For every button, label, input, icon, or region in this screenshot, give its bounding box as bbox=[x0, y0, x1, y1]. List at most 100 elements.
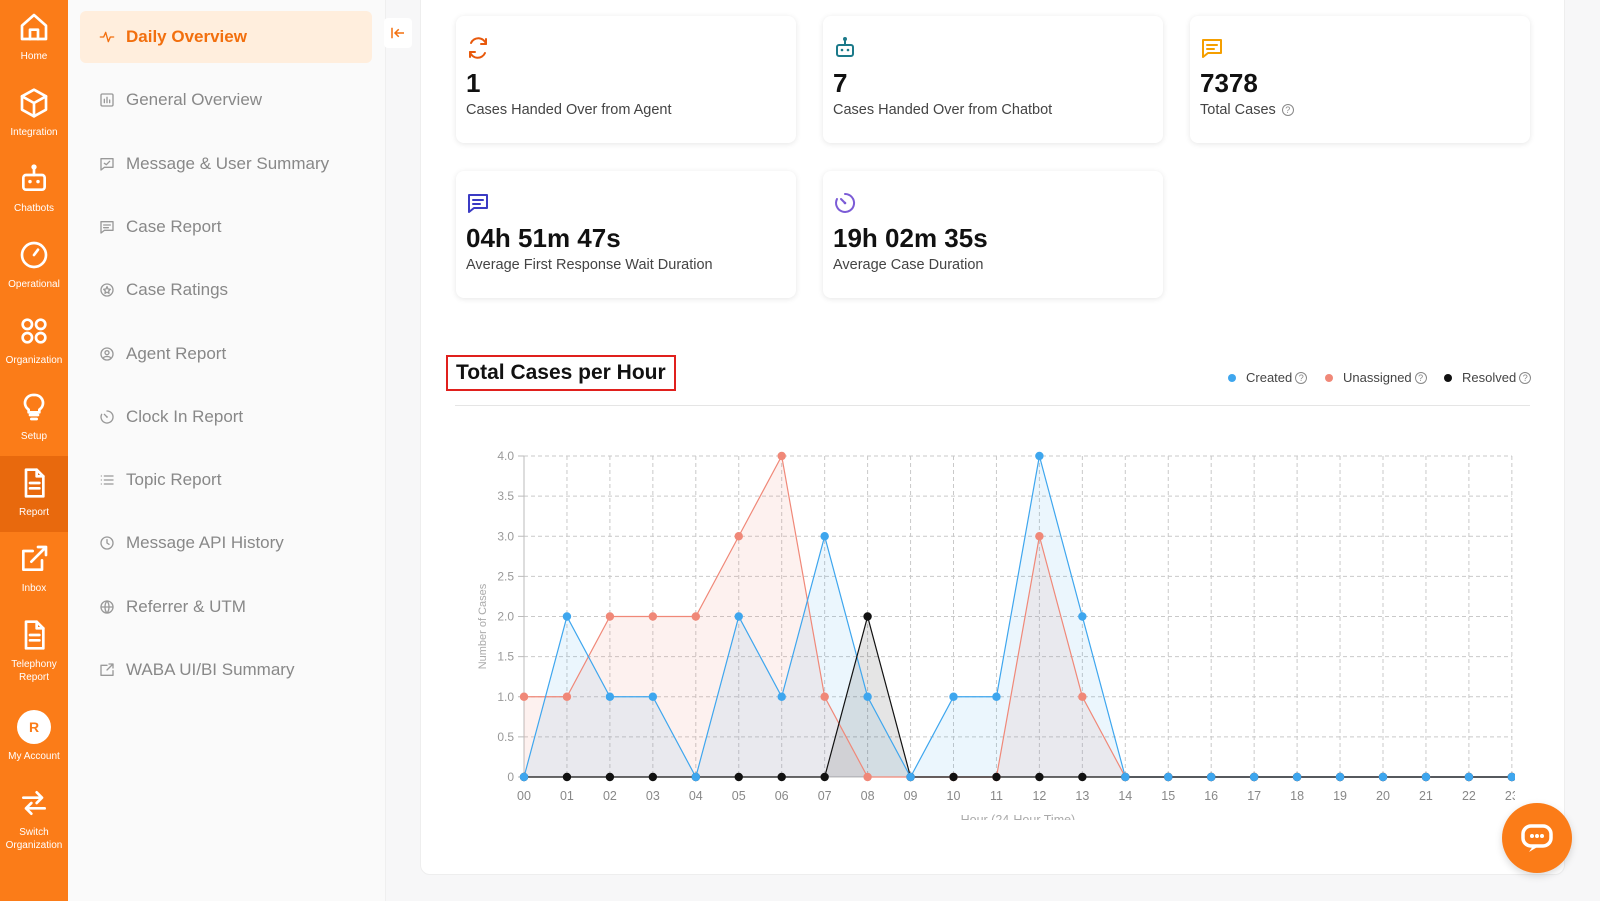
nav-item-message-user-summary[interactable]: Message & User Summary bbox=[80, 138, 372, 190]
rail-item-label: Setup bbox=[20, 431, 48, 442]
stat-value: 7 bbox=[833, 68, 848, 98]
rail-item-integration[interactable]: Integration bbox=[0, 76, 68, 152]
x-tick-label: 20 bbox=[1376, 789, 1390, 803]
nav-item-waba-ui-bi-summary[interactable]: WABA UI/BI Summary bbox=[80, 644, 372, 696]
nav-item-daily-overview[interactable]: Daily Overview bbox=[80, 11, 372, 63]
legend-dot bbox=[1228, 373, 1236, 382]
x-tick-label: 16 bbox=[1204, 789, 1218, 803]
data-point-resolved bbox=[863, 612, 872, 621]
help-icon[interactable]: ? bbox=[1295, 371, 1308, 384]
stat-value: 7378 bbox=[1200, 68, 1258, 98]
x-tick-label: 17 bbox=[1247, 789, 1261, 803]
nav-item-label: Topic Report bbox=[126, 470, 222, 490]
data-point-created bbox=[1249, 772, 1259, 782]
inbox-icon bbox=[98, 661, 116, 679]
legend-label: Created bbox=[1246, 370, 1293, 385]
x-tick-label: 10 bbox=[947, 789, 961, 803]
data-point-created bbox=[906, 772, 915, 782]
collapse-sidebar-button[interactable] bbox=[384, 18, 412, 48]
rail-item-home[interactable]: Home bbox=[0, 0, 68, 76]
data-point-created bbox=[562, 612, 572, 621]
data-point-resolved bbox=[1078, 772, 1087, 782]
timer-icon bbox=[98, 408, 116, 426]
data-point-resolved bbox=[949, 772, 958, 782]
data-point-unassigned bbox=[777, 451, 786, 461]
data-point-created bbox=[1464, 772, 1474, 782]
legend-item-resolved[interactable]: Resolved? bbox=[1444, 370, 1532, 385]
nav-item-clock-in-report[interactable]: Clock In Report bbox=[80, 391, 372, 443]
rail-item-setup[interactable]: Setup bbox=[0, 380, 68, 456]
rail-item-report[interactable]: Report bbox=[0, 456, 68, 532]
data-point-created bbox=[777, 692, 786, 701]
message-icon bbox=[98, 218, 116, 236]
user-circle-icon bbox=[98, 345, 116, 363]
grid-circles-icon bbox=[17, 314, 51, 348]
stat-value: 19h 02m 35s bbox=[833, 223, 988, 253]
stat-label: Average Case Duration bbox=[833, 257, 1153, 273]
data-point-unassigned bbox=[648, 612, 658, 621]
stat-card: 7378 Total Cases? bbox=[1190, 16, 1530, 143]
legend-label: Resolved bbox=[1462, 370, 1517, 385]
legend-item-created[interactable]: Created? bbox=[1228, 370, 1308, 385]
stat-label: Cases Handed Over from Agent bbox=[466, 102, 786, 118]
rail-item-telephony-report[interactable]: Telephony Report bbox=[0, 608, 68, 698]
data-point-unassigned bbox=[1078, 692, 1087, 701]
legend-item-unassigned[interactable]: Unassigned? bbox=[1325, 370, 1427, 385]
rail-item-label: Home bbox=[20, 51, 48, 62]
data-point-unassigned bbox=[605, 612, 615, 621]
stat-label-text: Total Cases bbox=[1200, 102, 1276, 118]
stat-label: Cases Handed Over from Chatbot bbox=[833, 102, 1153, 118]
data-point-resolved bbox=[605, 772, 615, 782]
x-tick-label: 07 bbox=[818, 789, 832, 803]
nav-item-general-overview[interactable]: General Overview bbox=[80, 74, 372, 126]
rail-item-operational[interactable]: Operational bbox=[0, 228, 68, 304]
nav-item-referrer-utm[interactable]: Referrer & UTM bbox=[80, 581, 372, 633]
data-point-created bbox=[691, 772, 700, 782]
x-tick-label: 05 bbox=[732, 789, 746, 803]
star-circle-icon bbox=[98, 281, 116, 299]
legend-label: Unassigned bbox=[1343, 370, 1412, 385]
rail-item-switch-organization[interactable]: Switch Organization bbox=[0, 776, 68, 866]
robot-icon bbox=[833, 36, 859, 62]
rail-item-label: My Account bbox=[8, 751, 60, 762]
chart-title: Total Cases per Hour bbox=[446, 355, 676, 391]
cases-per-hour-chart: 0 0.5 1.0 1.5 2.0 2.5 3.0 3.5 4.0 00 01 02 03 04 05 06 0… bbox=[477, 449, 1515, 820]
data-point-created bbox=[1292, 772, 1302, 782]
nav-item-topic-report[interactable]: Topic Report bbox=[80, 454, 372, 506]
stat-label-text: Average First Response Wait Duration bbox=[466, 257, 713, 273]
y-tick-label: 4.0 bbox=[497, 449, 514, 463]
document-icon bbox=[17, 466, 51, 500]
help-icon[interactable]: ? bbox=[1519, 371, 1532, 384]
data-point-created bbox=[1078, 612, 1087, 621]
y-tick-label: 0.5 bbox=[497, 730, 514, 744]
rail-item-inbox[interactable]: Inbox bbox=[0, 532, 68, 608]
data-point-created bbox=[1507, 772, 1515, 782]
x-tick-label: 18 bbox=[1290, 789, 1304, 803]
help-icon[interactable]: ? bbox=[1281, 104, 1294, 116]
rail-item-my-account[interactable]: R My Account bbox=[0, 700, 68, 776]
stat-value: 1 bbox=[466, 68, 481, 98]
rail-item-chatbots[interactable]: Chatbots bbox=[0, 152, 68, 228]
message-check-icon bbox=[98, 155, 116, 173]
app-rail: Home Integration Chatbots Operational Organi… bbox=[0, 0, 68, 901]
data-point-created bbox=[1121, 772, 1130, 782]
chat-support-button[interactable] bbox=[1502, 803, 1572, 873]
nav-item-message-api-history[interactable]: Message API History bbox=[80, 517, 372, 569]
nav-item-case-report[interactable]: Case Report bbox=[80, 201, 372, 253]
stat-label-text: Average Case Duration bbox=[833, 257, 984, 273]
rail-item-organization[interactable]: Organization bbox=[0, 304, 68, 380]
nav-item-agent-report[interactable]: Agent Report bbox=[80, 328, 372, 380]
nav-item-label: Agent Report bbox=[126, 343, 227, 363]
list-icon bbox=[98, 471, 116, 489]
data-point-created bbox=[1035, 451, 1044, 461]
data-point-resolved bbox=[992, 772, 1001, 782]
rail-item-label: Integration bbox=[10, 127, 58, 138]
data-point-created bbox=[992, 692, 1001, 701]
help-icon[interactable]: ? bbox=[1414, 371, 1427, 384]
data-point-created bbox=[949, 692, 958, 701]
x-tick-label: 15 bbox=[1161, 789, 1175, 803]
data-point-created bbox=[1378, 772, 1388, 782]
x-tick-label: 21 bbox=[1419, 789, 1433, 803]
nav-item-case-ratings[interactable]: Case Ratings bbox=[80, 264, 372, 316]
x-tick-label: 13 bbox=[1075, 789, 1089, 803]
